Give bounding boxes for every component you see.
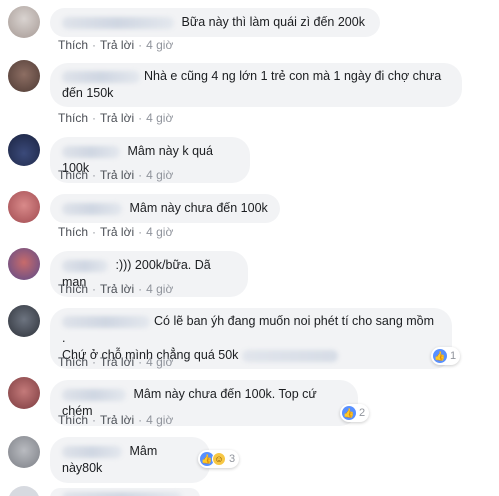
avatar[interactable] bbox=[8, 134, 40, 166]
reply-link[interactable]: Trả lời bbox=[100, 355, 134, 369]
like-link[interactable]: Thích bbox=[58, 282, 88, 296]
comment-actions: Thích · Trả lời · 4 giờ bbox=[58, 225, 174, 239]
avatar[interactable] bbox=[8, 305, 40, 337]
avatar[interactable] bbox=[8, 377, 40, 409]
comment-text-line2: đến 150k bbox=[62, 86, 114, 100]
comment-bubble: Mâm này80k bbox=[50, 437, 210, 483]
avatar[interactable] bbox=[8, 60, 40, 92]
like-link[interactable]: Thích bbox=[58, 111, 88, 125]
comment-time[interactable]: 4 giờ bbox=[146, 111, 173, 125]
comment-text: Bữa này thì làm quái zì đến 200k bbox=[181, 15, 365, 29]
reaction-count: 2 bbox=[359, 407, 366, 419]
reply-link[interactable]: Trả lời bbox=[100, 225, 134, 239]
reply-link[interactable]: Trả lời bbox=[100, 282, 134, 296]
avatar[interactable] bbox=[8, 248, 40, 280]
like-link[interactable]: Thích bbox=[58, 413, 88, 427]
reply-link[interactable]: Trả lời bbox=[100, 38, 134, 52]
like-link[interactable]: Thích bbox=[58, 38, 88, 52]
comment-time[interactable]: 4 giờ bbox=[146, 38, 173, 52]
comment-text: Mâm này chưa đến 100k bbox=[129, 201, 268, 215]
like-link[interactable]: Thích bbox=[58, 168, 88, 182]
comment-time[interactable]: 4 giờ bbox=[146, 355, 173, 369]
like-icon: 👍 bbox=[342, 406, 356, 420]
reaction-summary[interactable]: 👍 1 bbox=[431, 347, 461, 365]
commenter-name-redacted[interactable] bbox=[62, 70, 140, 83]
like-icon: 👍 bbox=[433, 349, 447, 363]
comment-actions: Thích · Trả lời · 4 giờ bbox=[58, 282, 174, 296]
comment-time[interactable]: 4 giờ bbox=[146, 282, 173, 296]
comment-bubble: Nhà e cũng 4 ng lớn 1 trẻ con mà 1 ngày … bbox=[50, 63, 462, 107]
reply-link[interactable]: Trả lời bbox=[100, 111, 134, 125]
comment-time[interactable]: 4 giờ bbox=[146, 413, 173, 427]
comment-actions: Thích · Trả lời · 4 giờ bbox=[58, 168, 174, 182]
reaction-count: 3 bbox=[229, 453, 236, 465]
comment-time[interactable]: 4 giờ bbox=[146, 225, 173, 239]
comment-text: Nhà e cũng 4 ng lớn 1 trẻ con mà 1 ngày … bbox=[144, 69, 442, 83]
commenter-name-redacted[interactable] bbox=[62, 388, 126, 401]
commenter-name-redacted[interactable] bbox=[62, 445, 122, 458]
avatar[interactable] bbox=[8, 191, 40, 223]
commenter-name-redacted[interactable] bbox=[62, 492, 182, 496]
comment-actions: Thích · Trả lời · 4 giờ bbox=[58, 355, 174, 369]
comment-bubble bbox=[50, 488, 200, 496]
commenter-name-redacted[interactable] bbox=[62, 202, 122, 215]
reaction-summary[interactable]: 👍 ☺ 3 bbox=[198, 450, 240, 468]
comment-bubble: Bữa này thì làm quái zì đến 200k bbox=[50, 8, 380, 37]
commenter-name-redacted[interactable] bbox=[62, 16, 174, 29]
commenter-name-redacted[interactable] bbox=[62, 145, 120, 158]
reaction-count: 1 bbox=[450, 350, 457, 362]
commenter-name-redacted[interactable] bbox=[62, 315, 150, 328]
reply-link[interactable]: Trả lời bbox=[100, 413, 134, 427]
avatar[interactable] bbox=[8, 486, 40, 496]
like-link[interactable]: Thích bbox=[58, 355, 88, 369]
comment-actions: Thích · Trả lời · 4 giờ bbox=[58, 38, 174, 52]
avatar[interactable] bbox=[8, 436, 40, 468]
haha-icon: ☺ bbox=[212, 452, 226, 466]
commenter-name-redacted[interactable] bbox=[62, 259, 108, 272]
reply-link[interactable]: Trả lời bbox=[100, 168, 134, 182]
comment-actions: Thích · Trả lời · 4 giờ bbox=[58, 111, 174, 125]
comment-bubble: Mâm này chưa đến 100k bbox=[50, 194, 280, 223]
avatar[interactable] bbox=[8, 6, 40, 38]
redacted-text bbox=[241, 349, 338, 362]
reaction-summary[interactable]: 👍 2 bbox=[340, 404, 370, 422]
comment-actions: Thích · Trả lời · 4 giờ bbox=[58, 413, 174, 427]
like-link[interactable]: Thích bbox=[58, 225, 88, 239]
comment-time[interactable]: 4 giờ bbox=[146, 168, 173, 182]
